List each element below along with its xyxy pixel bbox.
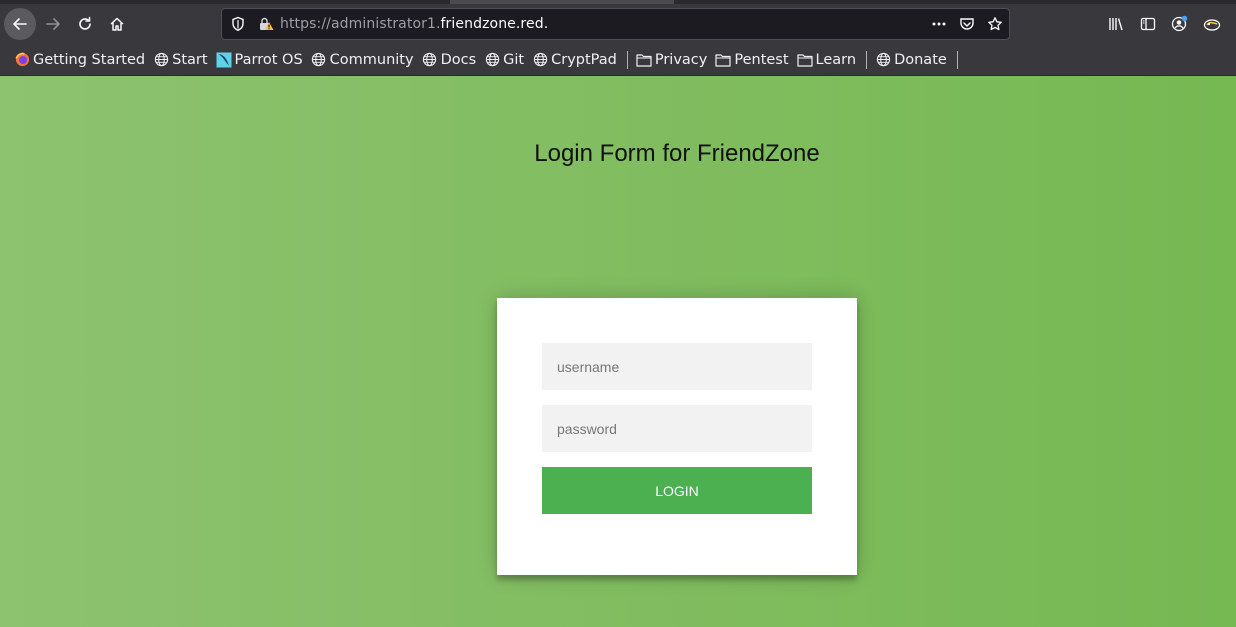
star-icon[interactable]: [981, 9, 1009, 39]
bookmark-docs[interactable]: Docs: [420, 48, 483, 72]
bookmark-label: Start: [172, 51, 208, 68]
forward-button[interactable]: [37, 8, 69, 40]
more-horizontal-icon[interactable]: [925, 9, 953, 39]
bookmark-label: Getting Started: [33, 51, 146, 68]
bookmark-separator: [956, 50, 958, 69]
url-text[interactable]: https://administrator1.friendzone.red.: [280, 16, 548, 32]
bookmarks-toolbar: Getting Started Start Parrot OS Communit…: [0, 44, 1236, 76]
library-icon[interactable]: [1100, 8, 1132, 40]
bookmark-folder-privacy[interactable]: Privacy: [634, 48, 714, 72]
globe-icon: [311, 52, 327, 68]
bookmark-cryptpad[interactable]: CryptPad: [530, 48, 623, 72]
bookmark-label: Docs: [440, 51, 477, 68]
firefox-icon: [14, 52, 30, 68]
bookmark-label: Parrot OS: [234, 51, 303, 68]
page-title: Login Form for FriendZone: [534, 140, 820, 167]
parrot-icon[interactable]: [1196, 8, 1228, 40]
login-form-card: LOGIN: [497, 298, 857, 575]
warning-lock-icon[interactable]: [258, 16, 274, 36]
bookmark-label: CryptPad: [551, 51, 617, 68]
globe-icon: [875, 52, 891, 68]
bookmark-label: Pentest: [734, 51, 789, 68]
url-bar[interactable]: https://administrator1.friendzone.red.: [221, 8, 1010, 40]
toolbar-right: [1100, 8, 1228, 40]
reload-button[interactable]: [69, 8, 101, 40]
bookmark-community[interactable]: Community: [309, 48, 420, 72]
url-suffix: .: [543, 16, 549, 32]
globe-icon: [484, 52, 500, 68]
arrow-right-icon: [46, 18, 60, 30]
username-input[interactable]: [542, 343, 812, 390]
globe-icon: [422, 52, 438, 68]
login-button[interactable]: LOGIN: [542, 467, 812, 514]
globe-icon: [153, 52, 169, 68]
home-icon: [110, 17, 124, 31]
folder-icon: [715, 52, 731, 68]
parrot-logo-icon: [216, 52, 232, 68]
account-icon[interactable]: [1164, 8, 1196, 40]
back-button[interactable]: [4, 8, 36, 40]
pocket-icon[interactable]: [953, 9, 981, 39]
folder-icon: [796, 52, 813, 68]
bookmark-separator: [866, 50, 868, 69]
sidebar-icon[interactable]: [1132, 8, 1164, 40]
home-button[interactable]: [101, 8, 133, 40]
password-input[interactable]: [542, 405, 812, 452]
bookmark-label: Privacy: [654, 51, 708, 68]
shield-icon[interactable]: [230, 16, 246, 36]
bookmark-label: Git: [503, 51, 525, 68]
browser-chrome: https://administrator1.friendzone.red. G…: [0, 0, 1236, 76]
page-content: Login Form for FriendZone LOGIN: [0, 76, 1236, 627]
url-bar-actions: [925, 9, 1009, 39]
bookmark-getting-started[interactable]: Getting Started: [12, 48, 151, 72]
bookmark-label: Learn: [815, 51, 857, 68]
arrow-left-icon: [13, 18, 27, 30]
bookmark-label: Donate: [894, 51, 947, 68]
folder-icon: [636, 52, 652, 68]
reload-icon: [79, 16, 91, 30]
navigation-toolbar: https://administrator1.friendzone.red.: [0, 4, 1236, 44]
bookmark-start[interactable]: Start: [151, 48, 213, 72]
bookmark-git[interactable]: Git: [482, 48, 530, 72]
bookmark-folder-pentest[interactable]: Pentest: [713, 48, 794, 72]
bookmark-donate[interactable]: Donate: [873, 48, 953, 72]
bookmark-parrot-os[interactable]: Parrot OS: [214, 48, 309, 72]
bookmark-folder-learn[interactable]: Learn: [795, 48, 863, 72]
bookmark-separator: [626, 50, 628, 69]
globe-icon: [532, 52, 548, 68]
url-domain: friendzone.red: [440, 16, 544, 32]
bookmark-label: Community: [329, 51, 414, 68]
